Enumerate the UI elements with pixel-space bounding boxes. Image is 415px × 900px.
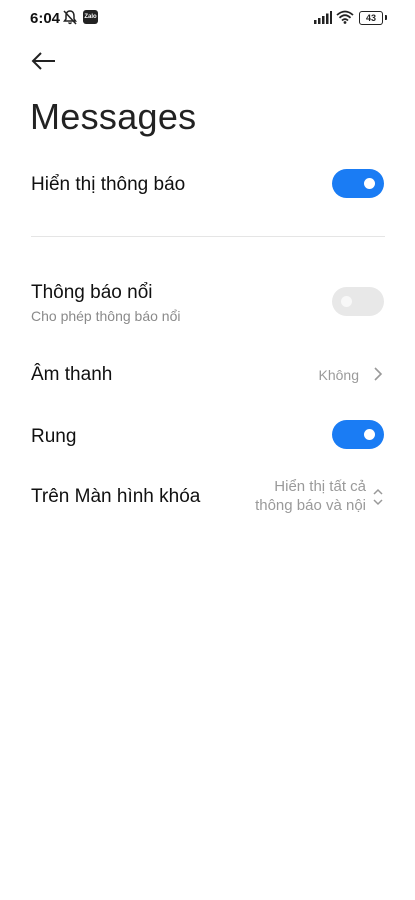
toggle-knob	[364, 178, 375, 189]
floating-notifications-row[interactable]: Thông báo nổi Cho phép thông báo nổi	[0, 274, 415, 330]
lock-screen-row[interactable]: Trên Màn hình khóa Hiển thị tất cả thông…	[0, 472, 415, 524]
notifications-off-icon	[62, 9, 78, 31]
lock-screen-value-line1: Hiển thị tất cả	[274, 478, 366, 495]
status-bar: 6:04 Zalo 43	[0, 0, 415, 36]
sound-row[interactable]: Âm thanh Không	[0, 354, 415, 394]
chevron-right-icon	[374, 367, 383, 381]
show-notifications-toggle[interactable]	[332, 169, 384, 198]
vibrate-label: Rung	[31, 426, 77, 447]
signal-icon	[314, 11, 332, 29]
section-divider	[31, 236, 385, 237]
toggle-knob	[341, 296, 352, 307]
expand-collapse-icon	[373, 488, 383, 506]
battery-tip	[385, 15, 387, 20]
zalo-icon: Zalo	[83, 10, 98, 24]
page-title: Messages	[30, 96, 197, 137]
sound-label: Âm thanh	[31, 364, 113, 385]
sound-value: Không	[318, 367, 359, 383]
back-button[interactable]	[24, 46, 64, 78]
floating-notifications-subtitle: Cho phép thông báo nổi	[31, 308, 181, 324]
lock-screen-label: Trên Màn hình khóa	[31, 486, 201, 507]
status-time: 6:04	[30, 10, 61, 27]
show-notifications-label: Hiển thị thông báo	[31, 174, 186, 195]
lock-screen-value-line2: thông báo và nội	[255, 497, 366, 514]
show-notifications-row[interactable]: Hiển thị thông báo	[0, 160, 415, 206]
battery-icon: 43	[359, 11, 383, 25]
floating-notifications-label: Thông báo nổi	[31, 282, 153, 303]
wifi-icon	[336, 10, 354, 29]
toggle-knob	[364, 429, 375, 440]
vibrate-row[interactable]: Rung	[0, 414, 415, 458]
floating-notifications-toggle[interactable]	[332, 287, 384, 316]
back-arrow-icon	[31, 52, 55, 70]
vibrate-toggle[interactable]	[332, 420, 384, 449]
